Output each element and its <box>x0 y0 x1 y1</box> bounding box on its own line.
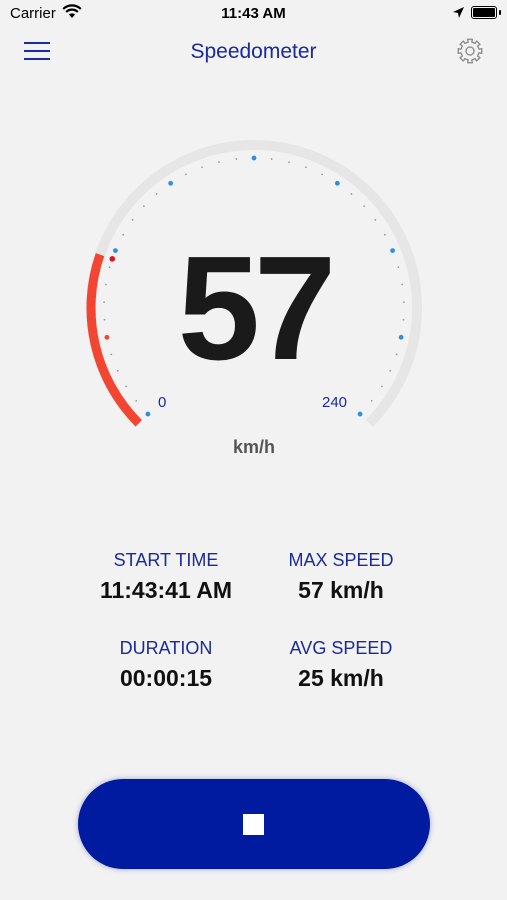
start-time-value: 11:43:41 AM <box>99 577 233 603</box>
avg-speed-value: 25 km/h <box>298 665 384 691</box>
gauge-minor-tick <box>321 173 323 176</box>
avg-speed-stat: AVG SPEED 25 km/h <box>241 638 441 692</box>
location-arrow-icon <box>452 6 465 23</box>
gauge-minor-tick <box>363 205 366 208</box>
stop-icon <box>243 814 264 835</box>
gauge-minor-tick <box>131 218 134 221</box>
gauge-min-label: 0 <box>158 394 167 411</box>
current-speed: 57 <box>177 226 337 391</box>
stop-button[interactable] <box>78 779 430 869</box>
gauge-major-tick <box>251 155 257 161</box>
gauge-minor-tick <box>374 218 377 221</box>
gauge-minor-tick <box>350 193 353 195</box>
gear-icon[interactable] <box>457 38 483 64</box>
start-time-stat: START TIME 11:43:41 AM <box>66 550 266 604</box>
gauge-major-tick <box>357 411 363 417</box>
gauge-minor-tick <box>270 158 273 160</box>
gauge-minor-tick <box>218 161 220 164</box>
gauge-minor-tick <box>370 399 373 402</box>
gauge-minor-tick <box>155 193 158 195</box>
start-time-label: START TIME <box>113 550 219 570</box>
navigation-bar: Speedometer <box>0 28 507 78</box>
gauge-minor-tick <box>288 161 290 164</box>
gauge-minor-tick <box>142 205 145 208</box>
page-title: Speedometer <box>190 40 317 63</box>
max-speed-value: 57 km/h <box>298 577 384 603</box>
gauge-minor-tick <box>305 166 307 169</box>
duration-value: 00:00:15 <box>119 665 213 691</box>
gauge-major-tick <box>334 180 340 186</box>
status-bar: Carrier 11:43 AM <box>0 0 507 28</box>
avg-speed-label: AVG SPEED <box>289 638 393 658</box>
hamburger-menu-icon[interactable] <box>24 40 52 64</box>
battery-cap <box>499 10 501 15</box>
gauge-minor-tick <box>235 158 238 160</box>
gauge-major-tick <box>145 411 151 417</box>
gauge-minor-tick <box>201 166 203 169</box>
duration-stat: DURATION 00:00:15 <box>66 638 266 692</box>
gauge-minor-tick <box>380 385 383 388</box>
speed-unit: km/h <box>232 437 275 457</box>
max-speed-label: MAX SPEED <box>288 550 394 570</box>
duration-label: DURATION <box>119 638 213 658</box>
speedometer-gauge: 57 0 240 km/h <box>84 140 424 480</box>
gauge-minor-tick <box>135 399 138 402</box>
battery-icon <box>471 6 497 19</box>
gauge-max-label: 240 <box>322 394 348 411</box>
gauge-major-tick <box>168 180 174 186</box>
gauge-minor-tick <box>185 173 187 176</box>
status-time: 11:43 AM <box>221 5 286 22</box>
gauge-minor-tick <box>125 385 128 388</box>
max-speed-stat: MAX SPEED 57 km/h <box>241 550 441 604</box>
